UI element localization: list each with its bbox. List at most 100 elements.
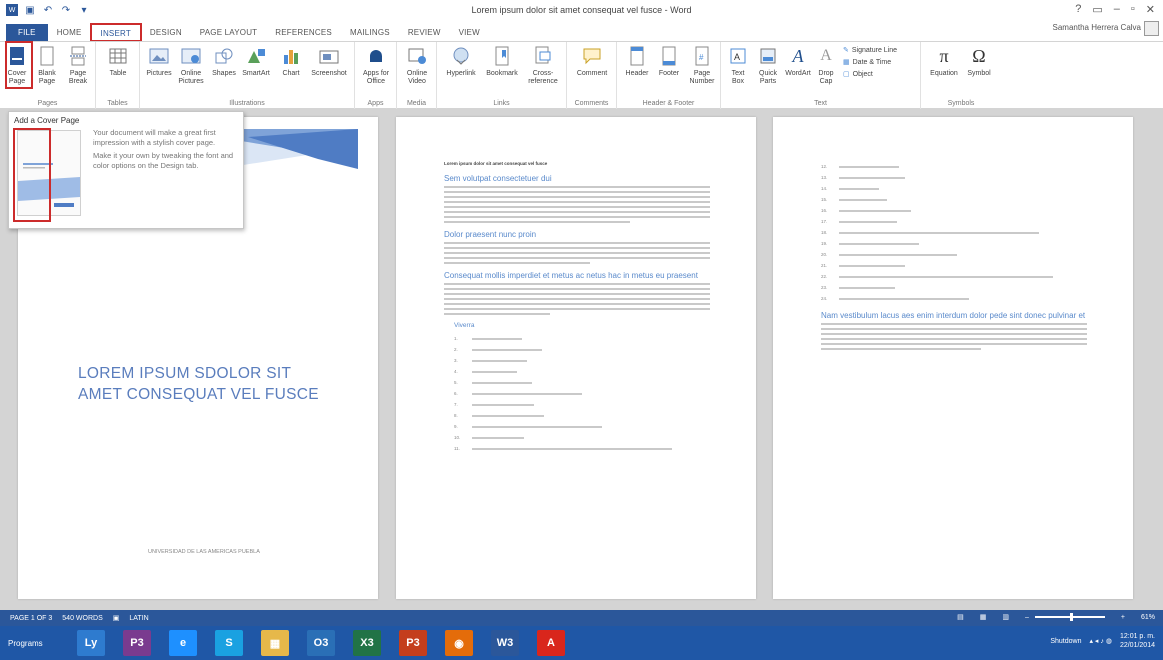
tab-page-layout[interactable]: PAGE LAYOUT [191, 24, 266, 41]
page-break-button[interactable]: Page Break [64, 45, 92, 86]
table-button[interactable]: Table [104, 45, 132, 78]
print-layout-icon[interactable]: ▦ [980, 613, 987, 621]
list-item: 18. [821, 227, 1087, 238]
zoom-in-icon[interactable]: + [1121, 614, 1125, 621]
redo-icon[interactable]: ↷ [60, 4, 72, 16]
footer-button[interactable]: Footer [653, 45, 685, 78]
smartart-button[interactable]: SmartArt [240, 45, 272, 78]
shapes-button[interactable]: Shapes [210, 45, 238, 78]
tooltip-desc-1: Your document will make a great first im… [93, 128, 216, 147]
date-time-icon: ▦ [843, 59, 850, 66]
help-icon[interactable]: ? [1075, 3, 1081, 16]
group-label-links: Links [493, 100, 510, 107]
cross-reference-button[interactable]: Cross-reference [523, 45, 563, 86]
signature-line-button[interactable]: ✎ Signature Line [843, 46, 897, 55]
read-mode-icon[interactable]: ▤ [957, 613, 964, 621]
online-pictures-button[interactable]: Online Pictures [176, 45, 206, 86]
tab-references[interactable]: REFERENCES [266, 24, 341, 41]
online-video-button[interactable]: Online Video [402, 45, 432, 86]
page-3[interactable]: 12. 13. 14. 15. 16. 17. 18. 19. 20. 21. … [773, 117, 1133, 599]
taskbar-app-icon[interactable]: P3 [399, 630, 427, 656]
text-box-button[interactable]: A Text Box [725, 45, 751, 86]
date-time-button[interactable]: ▦ Date & Time [843, 58, 891, 67]
group-label-apps: Apps [367, 100, 384, 107]
save-icon[interactable]: ▣ [24, 4, 36, 16]
tab-view[interactable]: VIEW [450, 24, 489, 41]
taskbar-app-icon[interactable]: A [537, 630, 565, 656]
taskbar-app-icon[interactable]: Ly [77, 630, 105, 656]
ribbon: Cover Page Blank Page Page Break Pages T… [0, 41, 1163, 109]
blank-page-button[interactable]: Blank Page [34, 45, 60, 86]
ribbon-display-icon[interactable]: ▭ [1092, 3, 1102, 16]
screenshot-button[interactable]: Screenshot [308, 45, 350, 78]
user-name[interactable]: Samantha Herrera Calva [1053, 23, 1141, 32]
tab-insert[interactable]: INSERT [89, 23, 142, 42]
object-button[interactable]: ▢ Object [843, 70, 873, 79]
group-comments: Comment Comments [567, 42, 617, 109]
chart-button[interactable]: Chart [278, 45, 304, 78]
taskbar-app-icon[interactable]: W3 [491, 630, 519, 656]
word-app-icon[interactable]: W [6, 4, 18, 16]
zoom-slider[interactable] [1034, 613, 1105, 621]
text-box-icon: A [727, 45, 749, 67]
tooltip-title: Add a Cover Page [14, 116, 80, 125]
taskbar-app-icon[interactable]: X3 [353, 630, 381, 656]
taskbar-app-icon[interactable]: ▦ [261, 630, 289, 656]
group-label-text: Text [814, 100, 827, 107]
zoom-level[interactable]: 61% [1141, 614, 1155, 621]
apps-for-office-button[interactable]: Apps for Office [360, 45, 392, 86]
word-count[interactable]: 540 WORDS [62, 615, 102, 622]
list-item: 7. [454, 399, 710, 410]
cover-footer: UNIVERSIDAD DE LAS AMERICAS PUEBLA [148, 549, 260, 555]
bookmark-button[interactable]: Bookmark [483, 45, 521, 78]
ribbon-tabs: FILE HOME INSERT DESIGN PAGE LAYOUT REFE… [0, 20, 1163, 42]
clock[interactable]: 12:01 p. m. 22/01/2014 [1120, 632, 1155, 650]
page2-heading-4: Viverra [454, 322, 475, 329]
customize-qat-icon[interactable]: ▾ [78, 4, 90, 16]
list-item: 24. [821, 293, 1087, 304]
wordart-icon: A [792, 46, 804, 66]
minimize-button[interactable]: – [1114, 3, 1120, 16]
tab-mailings[interactable]: MAILINGS [341, 24, 399, 41]
tab-design[interactable]: DESIGN [141, 24, 191, 41]
quick-parts-button[interactable]: Quick Parts [753, 45, 783, 86]
pictures-button[interactable]: Pictures [144, 45, 174, 78]
taskbar-app-icon[interactable]: S [215, 630, 243, 656]
taskbar-app-icon[interactable]: e [169, 630, 197, 656]
tab-review[interactable]: REVIEW [399, 24, 450, 41]
taskbar-app-icon[interactable]: O3 [307, 630, 335, 656]
group-tables: Table Tables [96, 42, 140, 109]
proofing-icon[interactable]: ▣ [113, 614, 120, 622]
close-button[interactable]: ✕ [1146, 3, 1155, 16]
comment-button[interactable]: Comment [573, 45, 611, 78]
zoom-knob[interactable] [1069, 613, 1073, 621]
status-bar: PAGE 1 OF 3 540 WORDS ▣ LATIN ▤ ▦ ▥ – + … [0, 610, 1163, 626]
wordart-button[interactable]: A WordArt [783, 45, 813, 78]
page-count[interactable]: PAGE 1 OF 3 [10, 615, 52, 622]
symbol-button[interactable]: Ω Symbol [963, 45, 995, 78]
list-item: 16. [821, 205, 1087, 216]
programs-button[interactable]: Programs [8, 639, 68, 648]
tab-file[interactable]: FILE [6, 24, 48, 41]
tray-icons[interactable]: ▴ ◂ ♪ ◍ [1089, 637, 1111, 645]
undo-icon[interactable]: ↶ [42, 4, 54, 16]
equation-button[interactable]: π Equation [927, 45, 961, 78]
avatar[interactable] [1144, 21, 1159, 36]
drop-cap-button[interactable]: A Drop Cap [813, 45, 839, 86]
list-item: 17. [821, 216, 1087, 227]
hyperlink-button[interactable]: Hyperlink [441, 45, 481, 78]
taskbar-app-icon[interactable]: ◉ [445, 630, 473, 656]
maximize-button[interactable]: ▫ [1131, 3, 1135, 16]
language[interactable]: LATIN [129, 615, 148, 622]
tab-home[interactable]: HOME [48, 24, 91, 41]
page3-numbered-list: 12. 13. 14. 15. 16. 17. 18. 19. 20. 21. … [821, 161, 1087, 304]
header-button[interactable]: Header [621, 45, 653, 78]
web-layout-icon[interactable]: ▥ [1002, 613, 1009, 621]
shutdown-button[interactable]: Shutdown [1050, 638, 1081, 645]
page-2[interactable]: Lorem ipsum dolor sit amet consequat vel… [396, 117, 756, 599]
taskbar-app-icon[interactable]: P3 [123, 630, 151, 656]
group-media: Online Video Media [397, 42, 437, 109]
page2-heading-2: Dolor praesent nunc proin [444, 230, 537, 239]
zoom-out-icon[interactable]: – [1025, 614, 1029, 621]
page-number-button[interactable]: # Page Number [685, 45, 719, 86]
